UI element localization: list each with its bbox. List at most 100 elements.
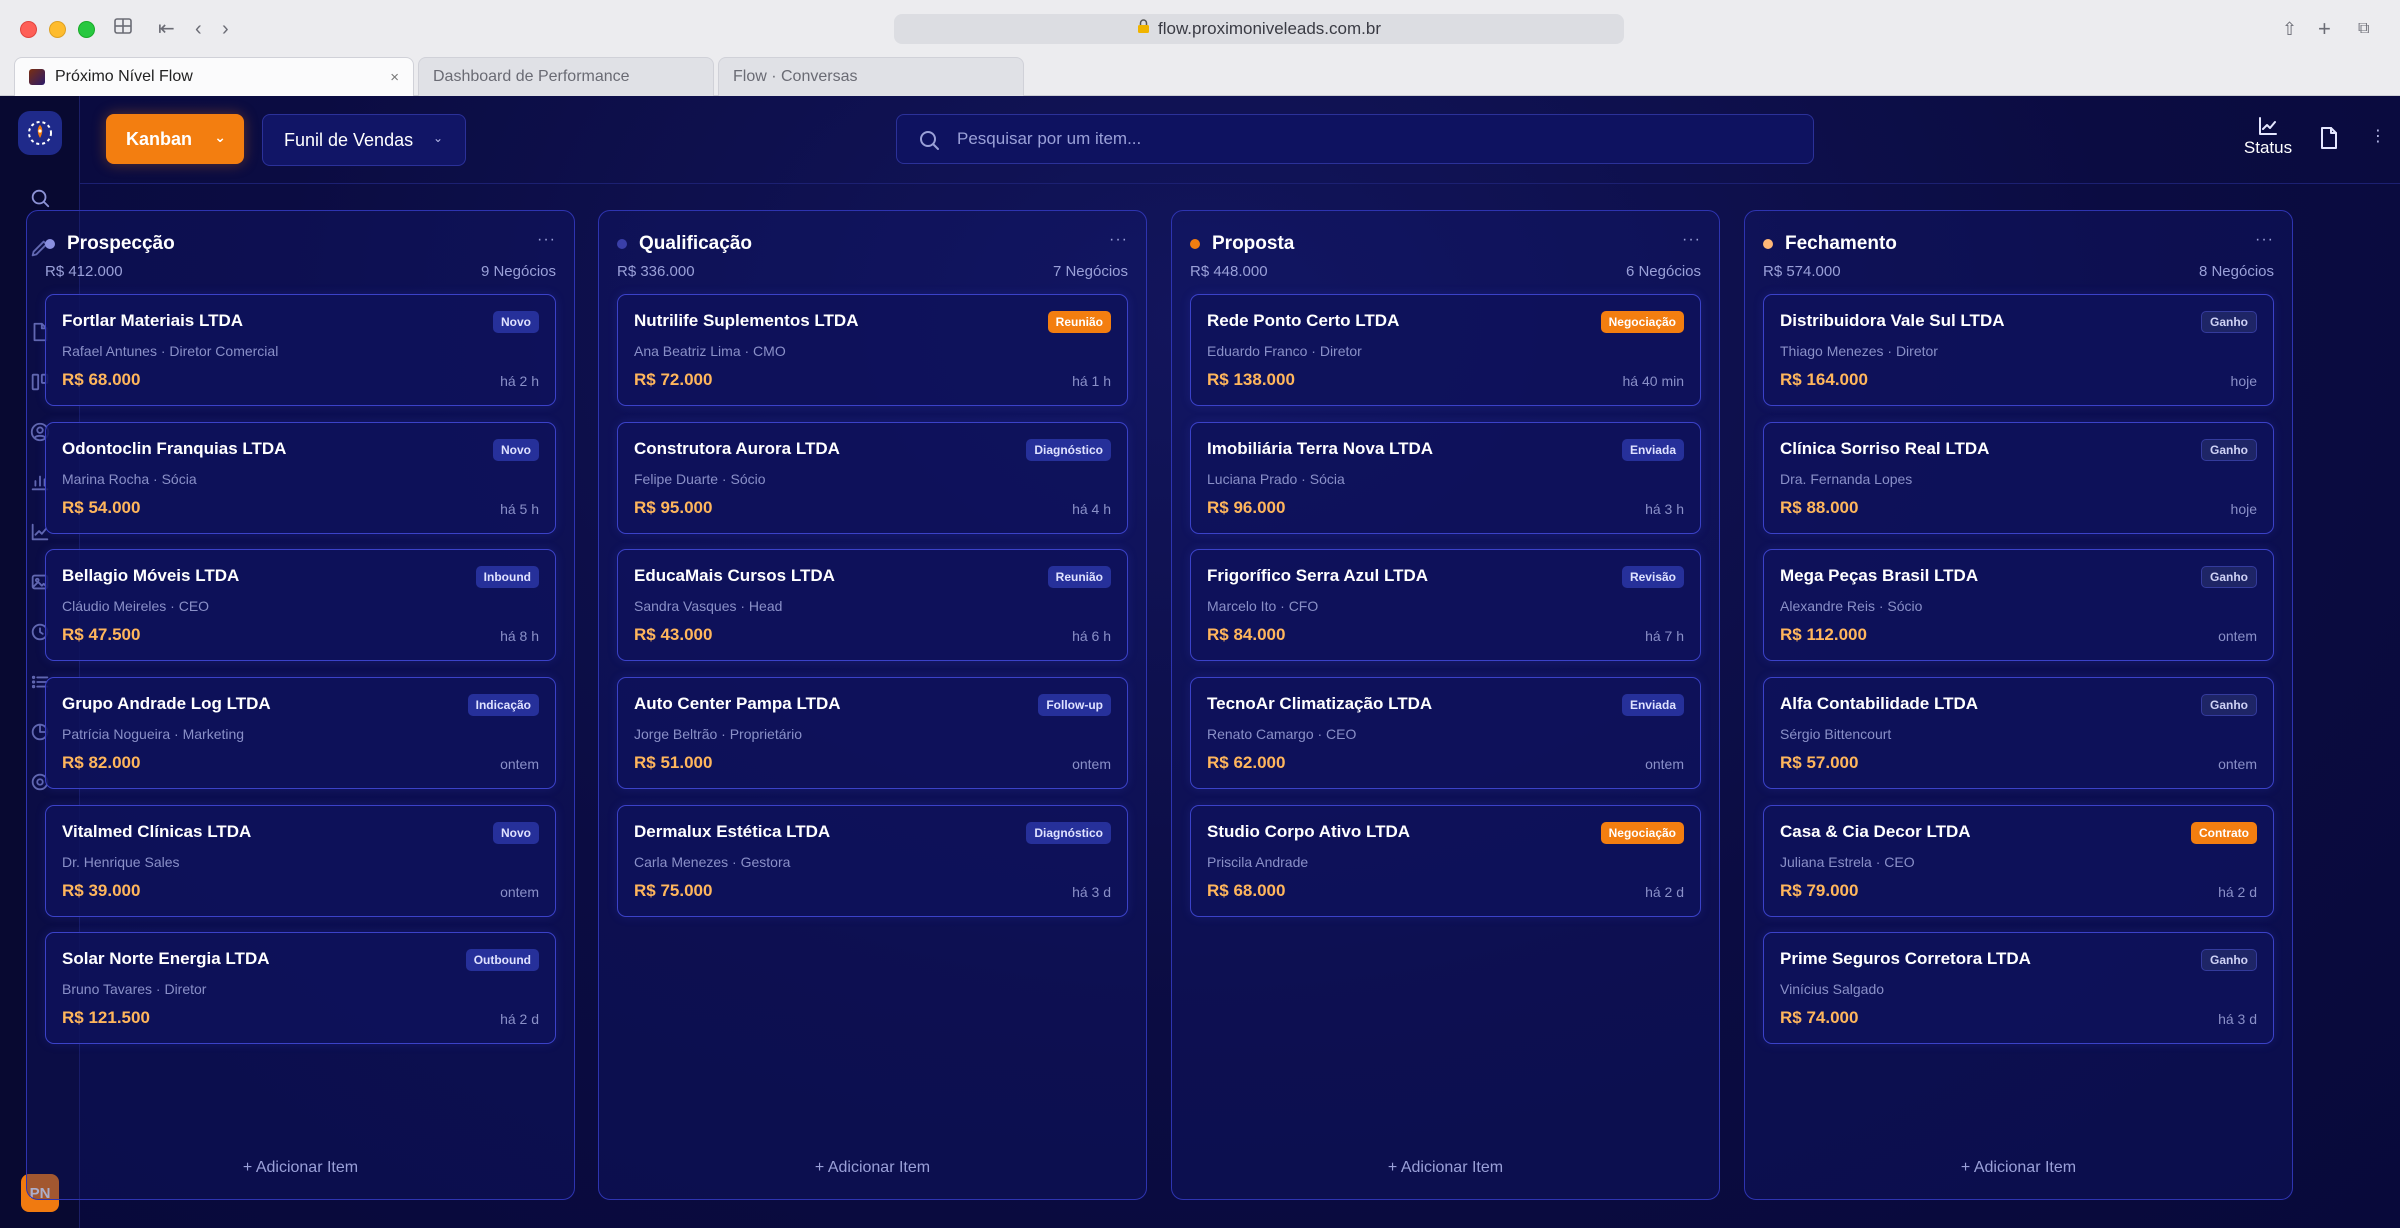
- deal-card[interactable]: Prime Seguros Corretora LTDA Ganho Viníciu…: [1763, 932, 2274, 1044]
- deal-company: Rede Ponto Certo LTDA: [1207, 311, 1400, 330]
- share-icon[interactable]: ⇧: [2282, 16, 2297, 42]
- deal-company: Construtora Aurora LTDA: [634, 439, 840, 458]
- back-to-start-icon[interactable]: ⇤: [158, 16, 175, 42]
- add-item-button[interactable]: + Adicionar Item: [599, 1159, 1146, 1177]
- deal-time: há 3 h: [1645, 501, 1684, 517]
- deal-contact: Vinícius Salgado: [1780, 981, 1885, 997]
- status-badge: Follow-up: [1038, 694, 1111, 716]
- search-icon: [917, 128, 941, 157]
- deal-company: Alfa Contabilidade LTDA: [1780, 694, 1979, 713]
- tab-proximo-nivel-flow[interactable]: Próximo Nível Flow ×: [14, 57, 414, 96]
- status-label: Status: [2243, 138, 2293, 157]
- deal-card[interactable]: Solar Norte Energia LTDA Outbound Bruno Ta…: [45, 932, 556, 1044]
- status-badge: Novo: [493, 822, 539, 844]
- deal-time: ontem: [2218, 628, 2257, 644]
- url-text: flow.proximoniveleads.com.br: [1158, 19, 1381, 38]
- deal-value: R$ 88.000: [1780, 498, 1859, 517]
- deal-company: Distribuidora Vale Sul LTDA: [1780, 311, 2005, 330]
- more-options-icon[interactable]: ···: [2255, 231, 2274, 249]
- add-item-button[interactable]: + Adicionar Item: [1745, 1159, 2292, 1177]
- deal-card[interactable]: Rede Ponto Certo LTDA Negociação Eduardo F…: [1190, 294, 1701, 406]
- deal-time: há 4 h: [1072, 501, 1111, 517]
- deal-card[interactable]: Bellagio Móveis LTDA Inbound Cláudio Meire…: [45, 549, 556, 661]
- rocket-icon: [28, 121, 52, 145]
- deal-card[interactable]: Dermalux Estética LTDA Diagnóstico Carla M…: [617, 805, 1128, 917]
- status-badge: Reunião: [1047, 566, 1111, 588]
- deal-company: Auto Center Pampa LTDA: [634, 694, 841, 713]
- status-badge: Outbound: [465, 949, 539, 971]
- deal-company: Odontoclin Franquias LTDA: [62, 439, 287, 458]
- deal-card[interactable]: Fortlar Materiais LTDA Novo Rafael Antunes…: [45, 294, 556, 406]
- sidebar-toggle-icon[interactable]: [114, 16, 132, 42]
- column-header: Prospecção: [45, 233, 175, 255]
- status-badge: Reunião: [1047, 311, 1111, 333]
- deal-card[interactable]: Casa & Cia Decor LTDA Contrato Juliana Est…: [1763, 805, 2274, 917]
- status-badge: Ganho: [2201, 566, 2257, 588]
- tab-flow-conversas[interactable]: Flow · Conversas: [718, 57, 1024, 96]
- status-badge: Negociação: [1600, 822, 1684, 844]
- deal-company: Imobiliária Terra Nova LTDA: [1207, 439, 1434, 458]
- add-item-button[interactable]: + Adicionar Item: [1172, 1159, 1719, 1177]
- tab-dashboard-performance[interactable]: Dashboard de Performance: [418, 57, 714, 96]
- deal-contact: Marcelo Ito · CFO: [1207, 598, 1319, 614]
- deal-value: R$ 82.000: [62, 753, 141, 772]
- deal-card[interactable]: Alfa Contabilidade LTDA Ganho Sérgio Bitte…: [1763, 677, 2274, 789]
- more-options-icon[interactable]: ···: [537, 231, 556, 249]
- status-badge: Ganho: [2201, 949, 2257, 971]
- deal-time: hoje: [2230, 373, 2257, 389]
- tab-overview-icon[interactable]: ⧉: [2358, 16, 2369, 42]
- search-input[interactable]: Pesquisar por um item...: [896, 114, 1814, 164]
- document-icon[interactable]: [2318, 126, 2340, 155]
- deal-value: R$ 164.000: [1780, 370, 1868, 389]
- deal-card[interactable]: Mega Peças Brasil LTDA Ganho Alexandre Rei…: [1763, 549, 2274, 661]
- deal-card[interactable]: Grupo Andrade Log LTDA Indicação Patrícia …: [45, 677, 556, 789]
- deal-card[interactable]: Auto Center Pampa LTDA Follow-up Jorge Bel…: [617, 677, 1128, 789]
- deal-time: há 3 d: [2218, 1011, 2257, 1027]
- deal-card[interactable]: Odontoclin Franquias LTDA Novo Marina Roch…: [45, 422, 556, 534]
- app-logo[interactable]: [18, 111, 62, 155]
- more-options-icon[interactable]: ···: [1682, 231, 1701, 249]
- deal-card[interactable]: EducaMais Cursos LTDA Reunião Sandra Vasqu…: [617, 549, 1128, 661]
- back-icon[interactable]: ‹: [195, 16, 202, 42]
- address-bar[interactable]: flow.proximoniveleads.com.br: [894, 14, 1624, 44]
- column-title: Qualificação: [639, 233, 752, 254]
- zoom-window-button[interactable]: [78, 21, 95, 38]
- funnel-selector-label: Funil de Vendas: [284, 129, 414, 150]
- deal-value: R$ 68.000: [1207, 881, 1286, 900]
- deal-contact: Priscila Andrade: [1207, 854, 1309, 870]
- status-badge: Negociação: [1600, 311, 1684, 333]
- deal-time: ontem: [1645, 756, 1684, 772]
- deal-card[interactable]: Clínica Sorriso Real LTDA Ganho Dra. Ferna…: [1763, 422, 2274, 534]
- deal-card[interactable]: Vitalmed Clínicas LTDA Novo Dr. Henrique S…: [45, 805, 556, 917]
- tab-bar: Próximo Nível Flow × Dashboard de Perfor…: [14, 57, 1024, 96]
- status-button[interactable]: Status: [2240, 114, 2296, 158]
- kanban-column: Prospecção ··· R$ 412.000 9 Negócios + Adici…: [26, 210, 575, 1200]
- close-window-button[interactable]: [20, 21, 37, 38]
- close-tab-icon[interactable]: ×: [390, 69, 399, 86]
- add-item-button[interactable]: + Adicionar Item: [27, 1159, 574, 1177]
- deal-contact: Eduardo Franco · Diretor: [1207, 343, 1362, 359]
- deal-card[interactable]: Studio Corpo Ativo LTDA Negociação Priscil…: [1190, 805, 1701, 917]
- funnel-selector-button[interactable]: Funil de Vendas ⌄: [262, 114, 466, 166]
- forward-icon[interactable]: ›: [222, 16, 229, 42]
- tab-label: Flow · Conversas: [733, 68, 858, 85]
- search-icon[interactable]: [26, 184, 54, 212]
- more-options-icon[interactable]: ⋮: [2370, 126, 2386, 146]
- deal-card[interactable]: Construtora Aurora LTDA Diagnóstico Felipe…: [617, 422, 1128, 534]
- deal-value: R$ 121.500: [62, 1008, 150, 1027]
- column-count: 9 Negócios: [480, 263, 556, 280]
- deal-card[interactable]: Imobiliária Terra Nova LTDA Enviada Lucian…: [1190, 422, 1701, 534]
- deal-card[interactable]: TecnoAr Climatização LTDA Enviada Renato C…: [1190, 677, 1701, 789]
- more-options-icon[interactable]: ···: [1109, 231, 1128, 249]
- minimize-window-button[interactable]: [49, 21, 66, 38]
- deal-card[interactable]: Nutrilife Suplementos LTDA Reunião Ana Bea…: [617, 294, 1128, 406]
- deal-card[interactable]: Frigorífico Serra Azul LTDA Revisão Marcel…: [1190, 549, 1701, 661]
- deal-card[interactable]: Distribuidora Vale Sul LTDA Ganho Thiago M…: [1763, 294, 2274, 406]
- view-selector-button[interactable]: Kanban ⌄: [106, 114, 244, 164]
- deal-time: há 7 h: [1645, 628, 1684, 644]
- status-badge: Diagnóstico: [1026, 439, 1111, 461]
- deal-time: ontem: [500, 756, 539, 772]
- new-tab-icon[interactable]: +: [2318, 16, 2331, 42]
- column-title: Prospecção: [67, 233, 175, 254]
- deal-value: R$ 72.000: [634, 370, 713, 389]
